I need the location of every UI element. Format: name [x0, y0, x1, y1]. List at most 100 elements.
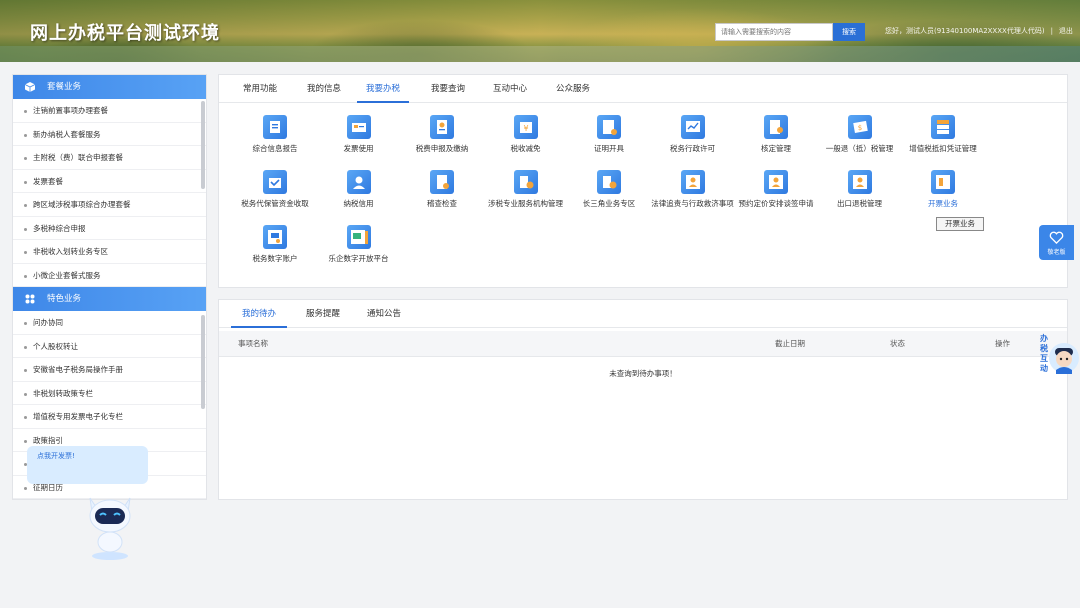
search-button[interactable]: 搜索 — [833, 23, 865, 41]
tooltip: 开票业务 — [936, 217, 984, 231]
function-tile[interactable]: 法律追责与行政救济事项 — [651, 170, 735, 209]
function-tile[interactable]: 综合信息报告 — [233, 115, 317, 154]
function-tile[interactable]: 长三角业务专区 — [567, 170, 651, 209]
open-platform-icon — [346, 225, 371, 249]
tax-declare-icon — [430, 115, 454, 139]
function-tile[interactable]: 稽查检查 — [400, 170, 484, 209]
function-tile[interactable]: 税务数字账户 — [233, 225, 317, 264]
assistant-avatar-icon — [1049, 343, 1079, 374]
tab-item[interactable]: 公众服务 — [543, 75, 603, 103]
function-tile[interactable]: 纳税信用 — [317, 170, 401, 209]
billing-icon — [931, 170, 955, 194]
sidebar-item[interactable]: 个人股权转让 — [13, 335, 206, 358]
tab-item[interactable]: 常用功能 — [231, 75, 289, 103]
function-tile[interactable]: 出口退税管理 — [818, 170, 902, 209]
refund-icon: $ — [847, 115, 872, 139]
agency-icon — [513, 170, 538, 194]
robot-mascot-icon[interactable] — [82, 490, 138, 562]
todo-tab[interactable]: 通知公告 — [357, 300, 411, 328]
sidebar-item[interactable]: 注销前置事项办理套餐 — [13, 99, 206, 123]
function-label: 长三角业务专区 — [582, 199, 636, 208]
sidebar-item[interactable]: 非税收入划转业务专区 — [13, 240, 206, 264]
function-tile[interactable]: 税务代保管资金收取 — [233, 170, 317, 209]
sidebar-section-label: 特色业务 — [47, 294, 82, 304]
heart-hand-icon — [1049, 231, 1064, 245]
function-tile[interactable]: 发票使用 — [317, 115, 401, 154]
function-label: 增值税抵扣凭证管理 — [909, 144, 977, 153]
separator: | — [1050, 27, 1053, 35]
sidebar-item[interactable]: 跨区域涉税事项综合办理套餐 — [13, 193, 206, 217]
function-tile[interactable]: 增值税抵扣凭证管理 — [901, 115, 985, 154]
function-label: 税务数字账户 — [252, 254, 298, 263]
function-label: 税费申报及缴纳 — [415, 144, 469, 153]
vat-voucher-icon — [931, 115, 955, 139]
tab-item[interactable]: 我的信息 — [295, 75, 353, 103]
sidebar-item[interactable]: 小微企业套餐式服务 — [13, 264, 206, 287]
functions-panel: 常用功能 我的信息 我要办税 我要查询 互动中心 公众服务 综合信息报告 发票使用 税费申报及… — [218, 74, 1068, 288]
svg-text:$: $ — [857, 124, 861, 132]
license-icon — [680, 115, 705, 139]
function-tile[interactable]: 税务行政许可 — [651, 115, 735, 154]
todo-tabs: 我的待办 服务提醒 通知公告 — [219, 300, 1067, 328]
column-header: 截止日期 — [775, 339, 805, 348]
function-tile[interactable]: ¥ 税收减免 — [484, 115, 568, 154]
table-header: 事项名称 截止日期 状态 操作 — [219, 331, 1067, 357]
function-tile[interactable]: 预约定价安排谈签申请 — [734, 170, 818, 209]
sidebar-section-featured[interactable]: 特色业务 — [13, 287, 206, 311]
function-label: 税收减免 — [510, 144, 541, 153]
interaction-assistant[interactable]: 办税互动 — [1036, 330, 1080, 376]
sidebar-scrollbar[interactable] — [201, 101, 205, 189]
function-label: 发票使用 — [343, 144, 374, 153]
todo-tab[interactable]: 我的待办 — [231, 300, 287, 328]
function-label: 税务代保管资金收取 — [241, 199, 309, 208]
search-input[interactable] — [715, 23, 833, 41]
function-label: 一般退（抵）税管理 — [825, 144, 894, 153]
sidebar-item[interactable]: 多税种综合申报 — [13, 217, 206, 240]
tab-item[interactable]: 互动中心 — [481, 75, 539, 103]
legal-icon — [680, 170, 705, 194]
tax-reduction-icon: ¥ — [513, 115, 538, 139]
sidebar-item[interactable]: 安徽省电子税务局操作手册 — [13, 358, 206, 382]
elderly-mode-button[interactable]: 敬老版 — [1039, 225, 1074, 260]
function-tile[interactable]: 乐企数字开放平台 — [317, 225, 401, 264]
invoice-icon — [346, 115, 371, 139]
header-banner: 网上办税平台测试环境 搜索 您好，测试人员(91340100MA2XXXX代理人… — [0, 0, 1080, 62]
function-tile[interactable]: 税费申报及缴纳 — [400, 115, 484, 154]
function-tile[interactable]: 证明开具 — [567, 115, 651, 154]
sidebar-item[interactable]: 增值税专用发票电子化专栏 — [13, 405, 206, 429]
function-tile[interactable]: 核定管理 — [734, 115, 818, 154]
inspection-icon — [430, 170, 454, 194]
function-label: 预约定价安排谈签申请 — [738, 199, 814, 208]
sidebar-item[interactable]: 新办纳税人套餐服务 — [13, 123, 206, 146]
elderly-mode-label: 敬老版 — [1047, 249, 1066, 256]
sidebar-scrollbar[interactable] — [201, 315, 205, 409]
sidebar-section-label: 套餐业务 — [47, 82, 82, 92]
sidebar: 套餐业务 注销前置事项办理套餐 新办纳税人套餐服务 主附税（费）联合申报套餐 发票套餐… — [12, 74, 207, 500]
function-tile[interactable]: $ 一般退（抵）税管理 — [818, 115, 902, 154]
todo-tab[interactable]: 服务提醒 — [295, 300, 351, 328]
function-label: 法律追责与行政救济事项 — [651, 199, 734, 208]
column-header: 事项名称 — [238, 339, 268, 348]
logout-link[interactable]: 退出 — [1059, 27, 1073, 35]
sidebar-item[interactable]: 非税划转政策专栏 — [13, 382, 206, 405]
cube-icon — [25, 82, 35, 92]
tab-item[interactable]: 我要办税 — [357, 75, 409, 103]
function-label: 税务行政许可 — [670, 144, 715, 153]
assistant-bubble[interactable]: 点我开发票! — [27, 446, 148, 484]
function-label: 涉税专业服务机构管理 — [488, 199, 563, 208]
sidebar-item[interactable]: 发票套餐 — [13, 170, 206, 193]
function-tile[interactable]: 开票业务 — [901, 170, 985, 209]
empty-message: 未查询到待办事项！ — [609, 369, 677, 378]
function-label: 核定管理 — [761, 144, 791, 153]
function-label: 综合信息报告 — [252, 144, 298, 153]
column-header: 状态 — [890, 339, 905, 348]
digital-account-icon — [263, 225, 287, 249]
sidebar-item[interactable]: 主附税（费）联合申报套餐 — [13, 146, 206, 170]
function-tile[interactable]: 涉税专业服务机构管理 — [484, 170, 568, 209]
sidebar-item[interactable]: 问办协同 — [13, 311, 206, 335]
function-label: 乐企数字开放平台 — [328, 254, 389, 263]
user-greeting: 您好，测试人员(91340100MA2XXXX代理人代码) — [885, 27, 1045, 35]
tab-item[interactable]: 我要查询 — [419, 75, 477, 103]
function-label: 证明开具 — [594, 144, 624, 153]
sidebar-section-packages[interactable]: 套餐业务 — [13, 75, 206, 99]
